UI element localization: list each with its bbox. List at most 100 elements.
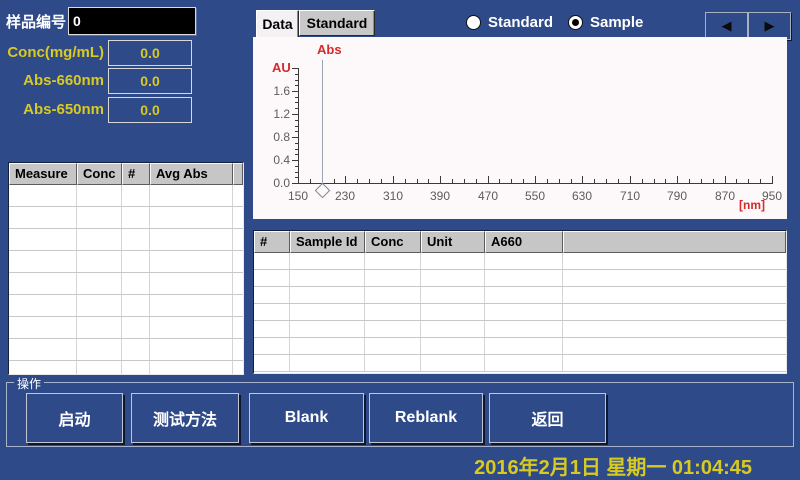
table-cell bbox=[421, 304, 485, 320]
table-cell bbox=[233, 251, 243, 272]
chart-panel[interactable]: AbsAU[nm]0.00.40.81.21.61502303103904705… bbox=[253, 37, 787, 219]
conc-value-field: 0.0 bbox=[108, 40, 192, 66]
column-header[interactable]: Sample Id bbox=[290, 231, 365, 253]
table-cell bbox=[122, 251, 150, 272]
x-minor-tick bbox=[606, 179, 607, 183]
table-cell bbox=[421, 355, 485, 371]
x-tick-label: 230 bbox=[327, 189, 363, 203]
table-cell bbox=[77, 229, 122, 250]
x-major-tick bbox=[488, 176, 489, 183]
blank-button[interactable]: Blank bbox=[249, 393, 364, 443]
table-cell bbox=[77, 295, 122, 316]
x-tick-label: 150 bbox=[280, 189, 316, 203]
table-row[interactable] bbox=[254, 304, 786, 321]
table-cell bbox=[365, 338, 421, 354]
table-row[interactable] bbox=[9, 295, 243, 317]
column-header[interactable]: Avg Abs bbox=[150, 163, 233, 185]
x-minor-tick bbox=[381, 179, 382, 183]
x-minor-tick bbox=[571, 179, 572, 183]
table-cell bbox=[77, 273, 122, 294]
sample-no-input[interactable]: 0 bbox=[68, 7, 196, 35]
tab-standard[interactable]: Standard bbox=[299, 10, 375, 36]
table-cell bbox=[365, 355, 421, 371]
x-tick-label: 390 bbox=[422, 189, 458, 203]
table-row[interactable] bbox=[254, 253, 786, 270]
table-cell bbox=[254, 355, 290, 371]
prev-button[interactable]: ◀ bbox=[705, 12, 748, 40]
table-cell bbox=[290, 304, 365, 320]
y-major-tick bbox=[292, 68, 298, 69]
conc-label: Conc(mg/mL) bbox=[0, 44, 104, 61]
column-header[interactable] bbox=[563, 231, 786, 253]
column-header[interactable]: # bbox=[122, 163, 150, 185]
table-cell bbox=[290, 270, 365, 286]
y-tick-label: 0.4 bbox=[252, 153, 290, 167]
x-minor-tick bbox=[476, 179, 477, 183]
table-cell bbox=[233, 229, 243, 250]
column-header[interactable]: Conc bbox=[77, 163, 122, 185]
test-method-button[interactable]: 测试方法 bbox=[131, 393, 239, 443]
table-cell bbox=[122, 273, 150, 294]
start-button[interactable]: 启动 bbox=[26, 393, 123, 443]
x-minor-tick bbox=[369, 179, 370, 183]
column-header[interactable] bbox=[233, 163, 243, 185]
instrument-screen: 样品编号 0 Conc(mg/mL) 0.0 Abs-660nm 0.0 Abs… bbox=[0, 0, 800, 480]
radio-circle-icon bbox=[568, 15, 583, 30]
table-cell bbox=[290, 321, 365, 337]
table-cell bbox=[150, 339, 233, 360]
table-cell bbox=[421, 321, 485, 337]
column-header[interactable]: Unit bbox=[421, 231, 485, 253]
table-row[interactable] bbox=[9, 207, 243, 229]
table-row[interactable] bbox=[9, 229, 243, 251]
actions-group-label: 操作 bbox=[14, 375, 44, 392]
table-cell bbox=[233, 361, 243, 375]
standard-radio[interactable]: Standard bbox=[466, 14, 553, 31]
column-header[interactable]: Conc bbox=[365, 231, 421, 253]
table-row[interactable] bbox=[9, 361, 243, 375]
table-row[interactable] bbox=[9, 273, 243, 295]
x-minor-tick bbox=[559, 179, 560, 183]
y-tick-label: 1.6 bbox=[252, 84, 290, 98]
table-row[interactable] bbox=[9, 185, 243, 207]
table-row[interactable] bbox=[254, 287, 786, 304]
column-header[interactable]: Measure bbox=[9, 163, 77, 185]
y-minor-tick bbox=[295, 74, 298, 75]
table-row[interactable] bbox=[9, 339, 243, 361]
table-cell bbox=[77, 339, 122, 360]
tab-data[interactable]: Data bbox=[256, 10, 299, 37]
x-minor-tick bbox=[665, 179, 666, 183]
column-header[interactable]: A660 bbox=[485, 231, 563, 253]
table-cell bbox=[233, 273, 243, 294]
sample-radio[interactable]: Sample bbox=[568, 14, 643, 31]
y-axis-unit-label: AU bbox=[272, 60, 291, 75]
radio-label: Sample bbox=[590, 14, 643, 31]
x-major-tick bbox=[725, 176, 726, 183]
table-row[interactable] bbox=[254, 355, 786, 372]
table-cell bbox=[122, 229, 150, 250]
table-row[interactable] bbox=[254, 270, 786, 287]
table-cell bbox=[365, 321, 421, 337]
x-minor-tick bbox=[357, 179, 358, 183]
table-row[interactable] bbox=[254, 321, 786, 338]
wavelength-cursor-line[interactable] bbox=[322, 60, 323, 183]
table-row[interactable] bbox=[254, 338, 786, 355]
measure-table[interactable]: MeasureConc#Avg Abs bbox=[8, 162, 244, 375]
table-cell bbox=[150, 317, 233, 338]
table-row[interactable] bbox=[9, 317, 243, 339]
column-header[interactable]: # bbox=[254, 231, 290, 253]
y-major-tick bbox=[292, 137, 298, 138]
return-button[interactable]: 返回 bbox=[489, 393, 606, 443]
table-cell bbox=[254, 287, 290, 303]
table-cell bbox=[122, 207, 150, 228]
sample-table[interactable]: #Sample IdConcUnitA660 bbox=[253, 230, 787, 374]
y-tick-label: 1.2 bbox=[252, 107, 290, 121]
table-cell bbox=[77, 207, 122, 228]
reblank-button[interactable]: Reblank bbox=[369, 393, 483, 443]
x-minor-tick bbox=[594, 179, 595, 183]
next-button[interactable]: ▶ bbox=[748, 12, 791, 40]
x-tick-label: 550 bbox=[517, 189, 553, 203]
chart-title: Abs bbox=[317, 42, 342, 57]
table-cell bbox=[254, 253, 290, 269]
table-row[interactable] bbox=[9, 251, 243, 273]
table-cell bbox=[485, 270, 563, 286]
